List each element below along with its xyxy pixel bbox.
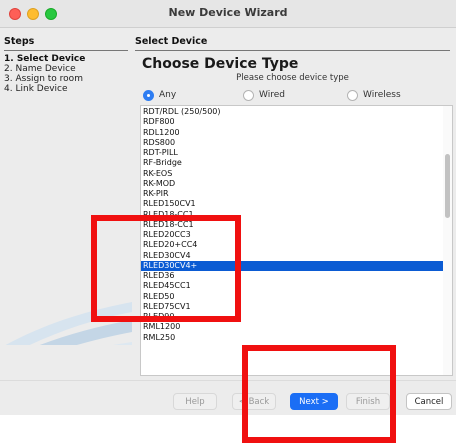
steps-title: Steps xyxy=(4,36,35,47)
step-label: Link Device xyxy=(15,84,68,94)
steps-list: 1. Select Device 2. Name Device 3. Assign … xyxy=(4,54,85,94)
steps-divider xyxy=(4,50,128,51)
page-heading: Choose Device Type xyxy=(142,56,299,72)
select-device-panel: Select Device Choose Device Type Please … xyxy=(135,28,456,380)
radio-any[interactable]: Any xyxy=(143,89,176,101)
device-list-item[interactable]: RDF800 xyxy=(141,117,443,127)
step-item: 4. Link Device xyxy=(4,84,85,94)
step-label: Assign to room xyxy=(15,74,83,84)
device-list-item[interactable]: RML1200 xyxy=(141,322,443,332)
device-list-item[interactable]: RDL1200 xyxy=(141,128,443,138)
annotation-highlight-box xyxy=(242,345,396,443)
device-list-item[interactable]: RLED150CV1 xyxy=(141,199,443,209)
device-list-item[interactable]: RK-MOD xyxy=(141,179,443,189)
device-list-item[interactable]: RML250 xyxy=(141,333,443,343)
device-list-item[interactable]: RF-Bridge xyxy=(141,158,443,168)
scrollbar-thumb[interactable] xyxy=(445,154,450,218)
step-label: Select Device xyxy=(16,54,86,64)
device-list-item[interactable]: RDT/RDL (250/500) xyxy=(141,107,443,117)
step-number: 3. xyxy=(4,74,13,84)
device-list-item[interactable]: RK-EOS xyxy=(141,169,443,179)
step-item: 3. Assign to room xyxy=(4,74,85,84)
help-button[interactable]: Help xyxy=(173,393,217,410)
step-item: 2. Name Device xyxy=(4,64,85,74)
step-item: 1. Select Device xyxy=(4,54,85,64)
device-list-item[interactable]: RK-PIR xyxy=(141,189,443,199)
radio-wired-indicator[interactable] xyxy=(243,89,254,101)
section-title: Select Device xyxy=(135,36,208,47)
window-title: New Device Wizard xyxy=(168,6,288,19)
device-list-item[interactable]: RDS800 xyxy=(141,138,443,148)
radio-wireless-indicator[interactable] xyxy=(347,89,358,101)
section-divider xyxy=(135,50,450,51)
annotation-highlight-box xyxy=(91,215,241,322)
step-label: Name Device xyxy=(15,64,76,74)
radio-wireless-label: Wireless xyxy=(363,90,401,100)
device-list-scrollbar[interactable] xyxy=(443,106,452,375)
radio-any-label: Any xyxy=(159,90,177,100)
title-bar: New Device Wizard xyxy=(0,0,456,28)
step-number: 1. xyxy=(4,54,14,64)
radio-wired[interactable]: Wired xyxy=(243,89,285,101)
cancel-button[interactable]: Cancel xyxy=(406,393,452,410)
step-number: 2. xyxy=(4,64,13,74)
device-type-prompt: Please choose device type xyxy=(236,73,349,83)
radio-wireless[interactable]: Wireless xyxy=(347,89,401,101)
device-list-item[interactable]: RDT-PILL xyxy=(141,148,443,158)
radio-any-indicator[interactable] xyxy=(143,89,154,101)
step-number: 4. xyxy=(4,84,13,94)
radio-wired-label: Wired xyxy=(259,90,285,100)
